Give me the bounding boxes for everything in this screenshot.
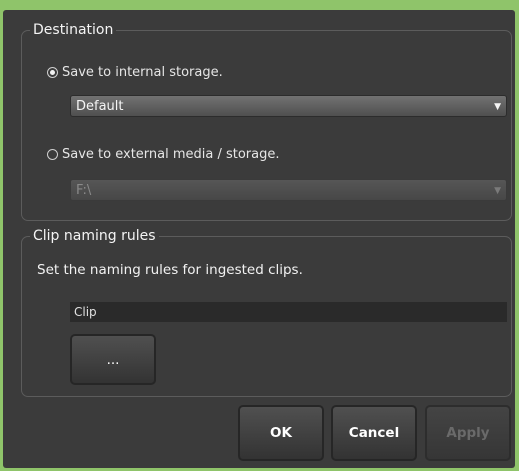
destination-legend: Destination bbox=[33, 22, 114, 38]
cancel-button[interactable]: Cancel bbox=[331, 405, 417, 461]
radio-internal-label: Save to internal storage. bbox=[62, 65, 223, 80]
internal-storage-select[interactable]: Default ▼ bbox=[70, 95, 507, 117]
ok-button[interactable]: OK bbox=[238, 405, 324, 461]
external-storage-select: F:\ ▼ bbox=[70, 179, 507, 201]
radio-selected-icon bbox=[47, 67, 58, 78]
chevron-down-icon: ▼ bbox=[494, 186, 501, 196]
internal-storage-value: Default bbox=[76, 99, 124, 114]
radio-unselected-icon bbox=[47, 149, 58, 160]
radio-external-storage[interactable]: Save to external media / storage. bbox=[47, 147, 280, 162]
browse-button[interactable]: ... bbox=[70, 334, 156, 385]
radio-internal-storage[interactable]: Save to internal storage. bbox=[47, 65, 223, 80]
clip-naming-description: Set the naming rules for ingested clips. bbox=[37, 262, 303, 278]
apply-button: Apply bbox=[425, 405, 511, 461]
chevron-down-icon: ▼ bbox=[494, 102, 501, 112]
external-storage-value: F:\ bbox=[76, 183, 92, 198]
radio-external-label: Save to external media / storage. bbox=[62, 147, 280, 162]
clip-name-field[interactable] bbox=[70, 302, 507, 322]
clip-naming-legend: Clip naming rules bbox=[33, 228, 156, 244]
